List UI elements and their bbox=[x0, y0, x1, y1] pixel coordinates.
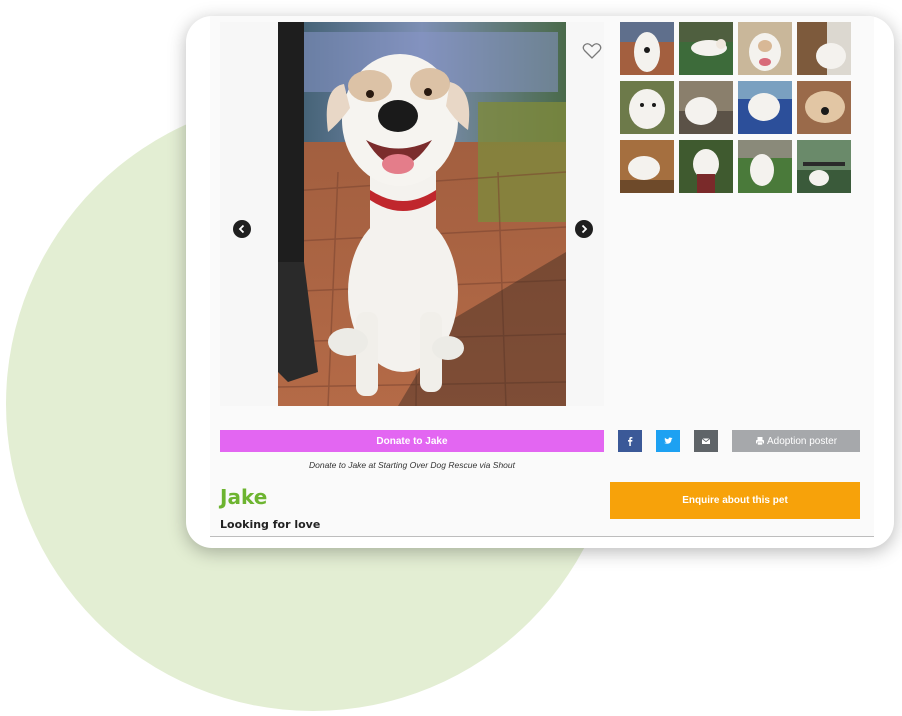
thumbnail-photo bbox=[679, 140, 733, 193]
facebook-icon bbox=[628, 437, 633, 446]
thumbnail-photo bbox=[797, 22, 851, 75]
thumbnail-photo bbox=[738, 140, 792, 193]
thumbnail-11[interactable] bbox=[738, 140, 792, 193]
dog-photo-image bbox=[278, 22, 566, 406]
pet-status: Looking for love bbox=[220, 518, 321, 531]
share-facebook-button[interactable] bbox=[618, 430, 642, 452]
previous-photo-button[interactable] bbox=[233, 220, 251, 238]
thumbnail-photo bbox=[797, 140, 851, 193]
thumbnail-photo bbox=[797, 81, 851, 134]
pet-profile-card: Donate to Jake Donate to Jake at Startin… bbox=[186, 16, 894, 548]
chevron-left-icon bbox=[238, 224, 245, 234]
photo-carousel bbox=[220, 22, 604, 406]
donate-note: Donate to Jake at Starting Over Dog Resc… bbox=[308, 460, 515, 470]
thumbnail-photo bbox=[679, 22, 733, 75]
pet-name: Jake bbox=[220, 485, 268, 509]
thumbnail-2[interactable] bbox=[679, 22, 733, 75]
thumbnail-9[interactable] bbox=[620, 140, 674, 193]
thumbnail-grid bbox=[620, 22, 856, 193]
heart-outline-icon[interactable] bbox=[582, 42, 602, 60]
thumbnail-photo bbox=[738, 81, 792, 134]
donate-button[interactable]: Donate to Jake bbox=[220, 430, 604, 452]
thumbnail-1[interactable] bbox=[620, 22, 674, 75]
chevron-right-icon bbox=[581, 224, 588, 234]
printer-icon bbox=[755, 437, 764, 446]
share-email-button[interactable] bbox=[694, 430, 718, 452]
card-content: Donate to Jake Donate to Jake at Startin… bbox=[210, 16, 874, 537]
thumbnail-photo bbox=[620, 140, 674, 193]
adoption-poster-label: Adoption poster bbox=[766, 435, 838, 447]
thumbnail-photo bbox=[620, 81, 674, 134]
adoption-poster-button[interactable]: Adoption poster bbox=[732, 430, 860, 452]
thumbnail-8[interactable] bbox=[797, 81, 851, 134]
enquire-button[interactable]: Enquire about this pet bbox=[610, 482, 860, 519]
thumbnail-5[interactable] bbox=[620, 81, 674, 134]
thumbnail-7[interactable] bbox=[738, 81, 792, 134]
email-icon bbox=[701, 438, 711, 444]
thumbnail-photo bbox=[620, 22, 674, 75]
thumbnail-12[interactable] bbox=[797, 140, 851, 193]
thumbnail-photo bbox=[738, 22, 792, 75]
thumbnail-6[interactable] bbox=[679, 81, 733, 134]
twitter-icon bbox=[664, 437, 673, 444]
thumbnail-10[interactable] bbox=[679, 140, 733, 193]
page: Donate to Jake Donate to Jake at Startin… bbox=[0, 0, 902, 716]
thumbnail-4[interactable] bbox=[797, 22, 851, 75]
thumbnail-photo bbox=[679, 81, 733, 134]
next-photo-button[interactable] bbox=[575, 220, 593, 238]
thumbnail-3[interactable] bbox=[738, 22, 792, 75]
share-twitter-button[interactable] bbox=[656, 430, 680, 452]
main-pet-photo[interactable] bbox=[278, 22, 566, 406]
